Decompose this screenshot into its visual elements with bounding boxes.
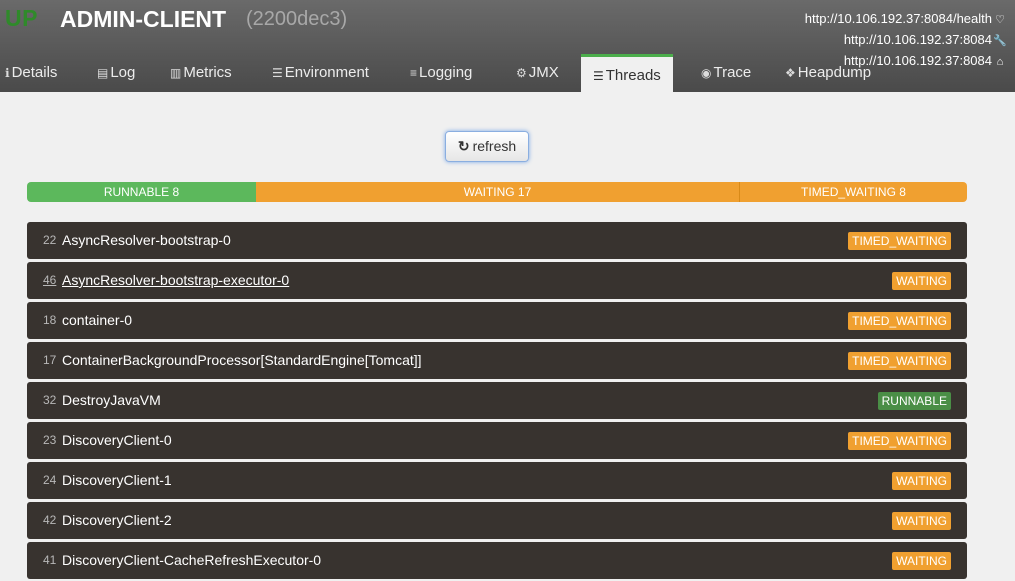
thread-row[interactable]: 41 DiscoveryClient-CacheRefreshExecutor-…	[27, 542, 967, 579]
tab-trace-label: Trace	[713, 64, 752, 81]
thread-id: 46	[43, 273, 57, 287]
file-icon: ▤	[97, 66, 109, 80]
thread-state-badge: TIMED_WAITING	[848, 312, 951, 330]
thread-row[interactable]: 42 DiscoveryClient-2 WAITING	[27, 502, 967, 539]
tab-details-label: Details	[11, 64, 58, 81]
status-label: UP	[5, 5, 38, 31]
list-ul-icon: ☰	[593, 69, 604, 83]
app-header: UP ADMIN-CLIENT (2200dec3) http://10.106…	[0, 0, 1015, 92]
thread-id: 41	[43, 553, 57, 567]
thread-name: AsyncResolver-bootstrap-executor-0	[62, 272, 290, 288]
refresh-button[interactable]: ↻ refresh	[445, 131, 529, 162]
thread-row[interactable]: 23 DiscoveryClient-0 TIMED_WAITING	[27, 422, 967, 459]
thread-state-badge: WAITING	[892, 472, 951, 490]
thread-row[interactable]: 46 AsyncResolver-bootstrap-executor-0 WA…	[27, 262, 967, 299]
thread-name: AsyncResolver-bootstrap-0	[62, 232, 231, 248]
thread-id: 24	[43, 473, 57, 487]
thread-state-badge: WAITING	[892, 552, 951, 570]
thread-name: DiscoveryClient-2	[62, 512, 172, 528]
tab-jmx[interactable]: ⚙ JMX	[516, 58, 559, 92]
thread-state-summary-bar: RUNNABLE 8 WAITING 17 TIMED_WAITING 8	[27, 182, 967, 202]
tab-details[interactable]: ℹ Details	[5, 58, 57, 92]
refresh-label: refresh	[472, 138, 517, 154]
tab-bar: ℹ Details ▤ Log ▥ Metrics ☰ Environment ≡ Log…	[0, 54, 1015, 92]
thread-state-badge: WAITING	[892, 272, 951, 290]
thread-id: 32	[43, 393, 57, 407]
tab-logging[interactable]: ≡ Logging	[410, 58, 472, 92]
refresh-icon: ↻	[457, 138, 470, 154]
thread-row[interactable]: 18 container-0 TIMED_WAITING	[27, 302, 967, 339]
thread-name: ContainerBackgroundProcessor[StandardEng…	[62, 352, 422, 368]
tab-environment[interactable]: ☰ Environment	[272, 58, 369, 92]
app-version: (2200dec3)	[246, 8, 348, 30]
tab-jmx-label: JMX	[528, 64, 559, 81]
tab-log[interactable]: ▤ Log	[97, 58, 135, 92]
thread-id: 17	[43, 353, 57, 367]
bar-chart-icon: ▥	[170, 66, 182, 80]
tab-metrics-label: Metrics	[183, 64, 232, 81]
tab-threads[interactable]: ☰ Threads	[581, 54, 673, 92]
cogs-icon: ⚙	[516, 66, 527, 80]
thread-name: DiscoveryClient-CacheRefreshExecutor-0	[62, 552, 322, 568]
info-icon: ℹ	[5, 66, 10, 80]
thread-name: DestroyJavaVM	[62, 392, 161, 408]
management-url-text[interactable]: http://10.106.192.37:8084	[844, 32, 992, 47]
health-url[interactable]: http://10.106.192.37:8084/health ♡	[805, 9, 1007, 30]
thread-row[interactable]: 17 ContainerBackgroundProcessor[Standard…	[27, 342, 967, 379]
app-name: ADMIN-CLIENT	[60, 6, 227, 32]
thread-name: DiscoveryClient-0	[62, 432, 172, 448]
tab-environment-label: Environment	[284, 64, 369, 81]
tab-heapdump-label: Heapdump	[797, 64, 872, 81]
thread-id: 42	[43, 513, 57, 527]
thread-id: 18	[43, 313, 57, 327]
summary-runnable: RUNNABLE 8	[27, 182, 256, 202]
health-url-text[interactable]: http://10.106.192.37:8084/health	[805, 11, 992, 26]
cubes-icon: ❖	[785, 66, 796, 80]
wrench-icon: 🔧	[993, 35, 1007, 47]
tab-heapdump[interactable]: ❖ Heapdump	[785, 58, 871, 92]
management-url[interactable]: http://10.106.192.37:8084🔧	[805, 30, 1007, 51]
thread-state-badge: TIMED_WAITING	[848, 432, 951, 450]
thread-state-badge: RUNNABLE	[877, 392, 951, 410]
summary-timed-waiting: TIMED_WAITING 8	[740, 182, 967, 202]
thread-row[interactable]: 32 DestroyJavaVM RUNNABLE	[27, 382, 967, 419]
thread-state-badge: TIMED_WAITING	[848, 352, 951, 370]
thread-state-badge: TIMED_WAITING	[848, 232, 951, 250]
thread-id: 22	[43, 233, 57, 247]
list-icon: ☰	[272, 66, 283, 80]
thread-id: 23	[43, 433, 57, 447]
eye-icon: ◉	[701, 66, 712, 80]
tab-logging-label: Logging	[419, 64, 473, 81]
thread-name: DiscoveryClient-1	[62, 472, 172, 488]
thread-list: 22 AsyncResolver-bootstrap-0 TIMED_WAITI…	[27, 222, 967, 581]
heartbeat-icon: ♡	[995, 14, 1005, 26]
tab-trace[interactable]: ◉ Trace	[701, 58, 751, 92]
summary-waiting: WAITING 17	[256, 182, 740, 202]
sliders-icon: ≡	[410, 66, 418, 80]
thread-state-badge: WAITING	[892, 512, 951, 530]
thread-row[interactable]: 24 DiscoveryClient-1 WAITING	[27, 462, 967, 499]
thread-name: container-0	[62, 312, 133, 328]
thread-row[interactable]: 22 AsyncResolver-bootstrap-0 TIMED_WAITI…	[27, 222, 967, 259]
tab-metrics[interactable]: ▥ Metrics	[170, 58, 232, 92]
tab-threads-label: Threads	[605, 67, 661, 84]
tab-log-label: Log	[110, 64, 136, 81]
